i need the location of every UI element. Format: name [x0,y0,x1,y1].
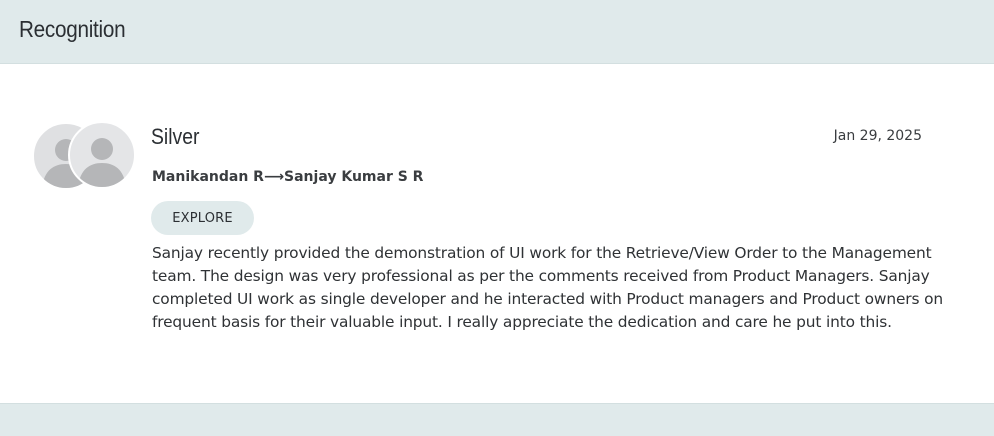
page-title: Recognition [19,16,126,42]
giver-receiver-names: Manikandan R⟶Sanjay Kumar S R [152,169,424,185]
user-silhouette-icon [78,138,126,187]
avatar-group [33,121,137,189]
recognition-message: Sanjay recently provided the demonstrati… [152,244,943,331]
footer-bar [0,403,994,436]
page-header: Recognition [0,0,994,64]
badge-title: Silver [151,124,200,149]
explore-button[interactable]: EXPLORE [151,201,254,235]
receiver-avatar [68,121,136,189]
recognition-date: Jan 29, 2025 [833,128,922,144]
